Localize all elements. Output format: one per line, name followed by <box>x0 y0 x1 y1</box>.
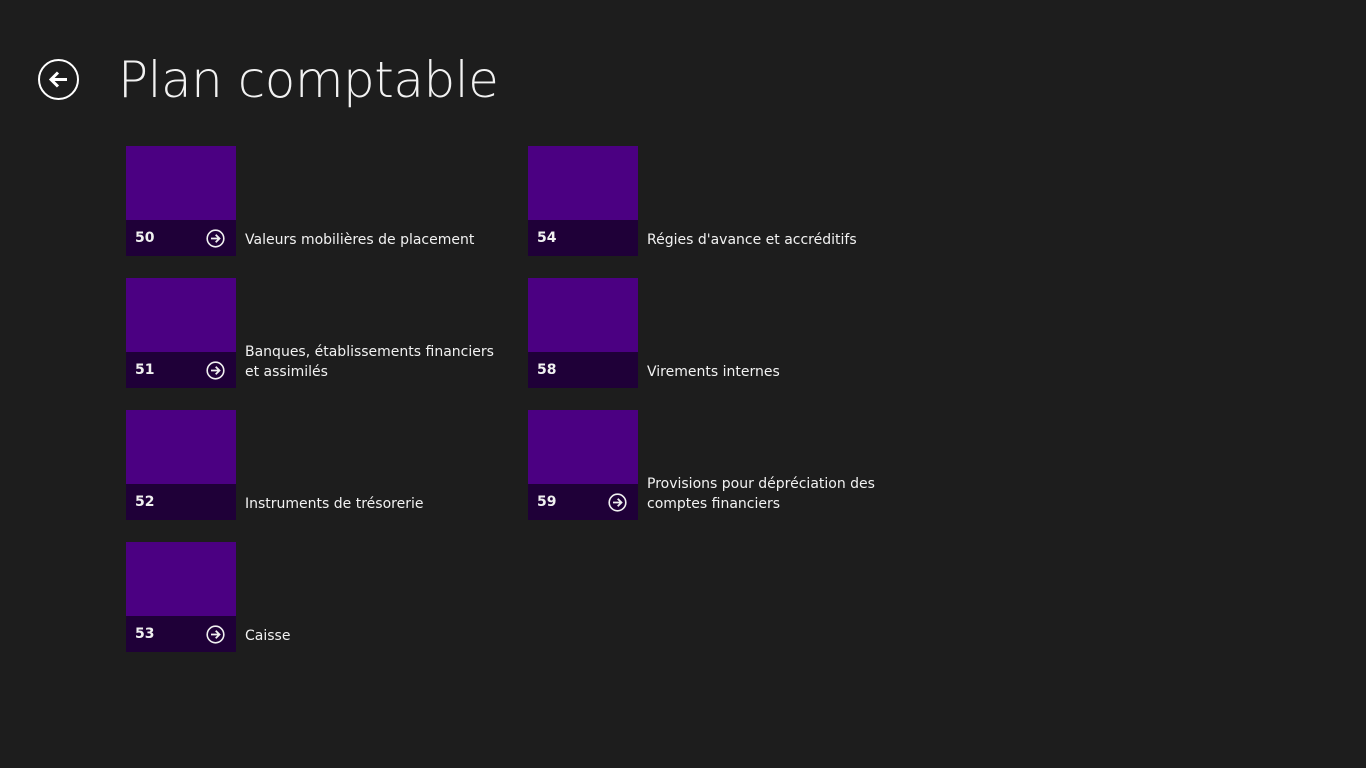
account-code: 51 <box>135 362 155 378</box>
account-code: 58 <box>537 362 557 378</box>
app-window: Plan comptable 50 Valeurs mobilières de … <box>0 0 1366 768</box>
account-tile[interactable]: 58 <box>528 278 638 388</box>
page-title: Plan comptable <box>118 51 499 109</box>
account-code: 53 <box>135 626 155 642</box>
account-code: 50 <box>135 230 155 246</box>
account-tile[interactable]: 53 <box>126 542 236 652</box>
arrow-right-circle-icon <box>206 361 225 380</box>
accounts-grid: 50 Valeurs mobilières de placement 51 Ba… <box>126 146 926 666</box>
account-label: Valeurs mobilières de placement <box>245 232 475 248</box>
arrow-right-circle-icon <box>206 625 225 644</box>
account-tile[interactable]: 50 <box>126 146 236 256</box>
account-code: 59 <box>537 494 557 510</box>
tile-footer: 52 <box>126 484 236 520</box>
arrow-right-circle-icon <box>608 493 627 512</box>
account-label: Virements internes <box>647 364 780 380</box>
tile-footer: 58 <box>528 352 638 388</box>
account-tile[interactable]: 51 <box>126 278 236 388</box>
account-item-58[interactable]: 58 Virements internes <box>528 278 908 388</box>
account-item-52[interactable]: 52 Instruments de trésorerie <box>126 410 506 520</box>
account-code: 54 <box>537 230 557 246</box>
account-code: 52 <box>135 494 155 510</box>
account-tile[interactable]: 59 <box>528 410 638 520</box>
account-item-51[interactable]: 51 Banques, établissements financiers et… <box>126 278 506 388</box>
tile-footer: 50 <box>126 220 236 256</box>
account-item-50[interactable]: 50 Valeurs mobilières de placement <box>126 146 506 256</box>
account-label: Caisse <box>245 628 291 644</box>
account-label: Instruments de trésorerie <box>245 496 424 512</box>
account-item-53[interactable]: 53 Caisse <box>126 542 506 652</box>
accounts-column-2: 54 Régies d'avance et accréditifs 58 Vir… <box>528 146 908 542</box>
account-tile[interactable]: 52 <box>126 410 236 520</box>
tile-footer: 59 <box>528 484 638 520</box>
accounts-column-1: 50 Valeurs mobilières de placement 51 Ba… <box>126 146 506 674</box>
arrow-right-circle-icon <box>206 229 225 248</box>
account-item-54[interactable]: 54 Régies d'avance et accréditifs <box>528 146 908 256</box>
back-arrow-icon <box>48 71 67 88</box>
account-tile[interactable]: 54 <box>528 146 638 256</box>
tile-footer: 51 <box>126 352 236 388</box>
account-label: Banques, établissements financiers et as… <box>245 344 494 380</box>
tile-footer: 54 <box>528 220 638 256</box>
account-label: Provisions pour dépréciation des comptes… <box>647 476 875 512</box>
back-button[interactable] <box>38 59 79 100</box>
account-label: Régies d'avance et accréditifs <box>647 232 857 248</box>
tile-footer: 53 <box>126 616 236 652</box>
account-item-59[interactable]: 59 Provisions pour dépréciation des comp… <box>528 410 908 520</box>
